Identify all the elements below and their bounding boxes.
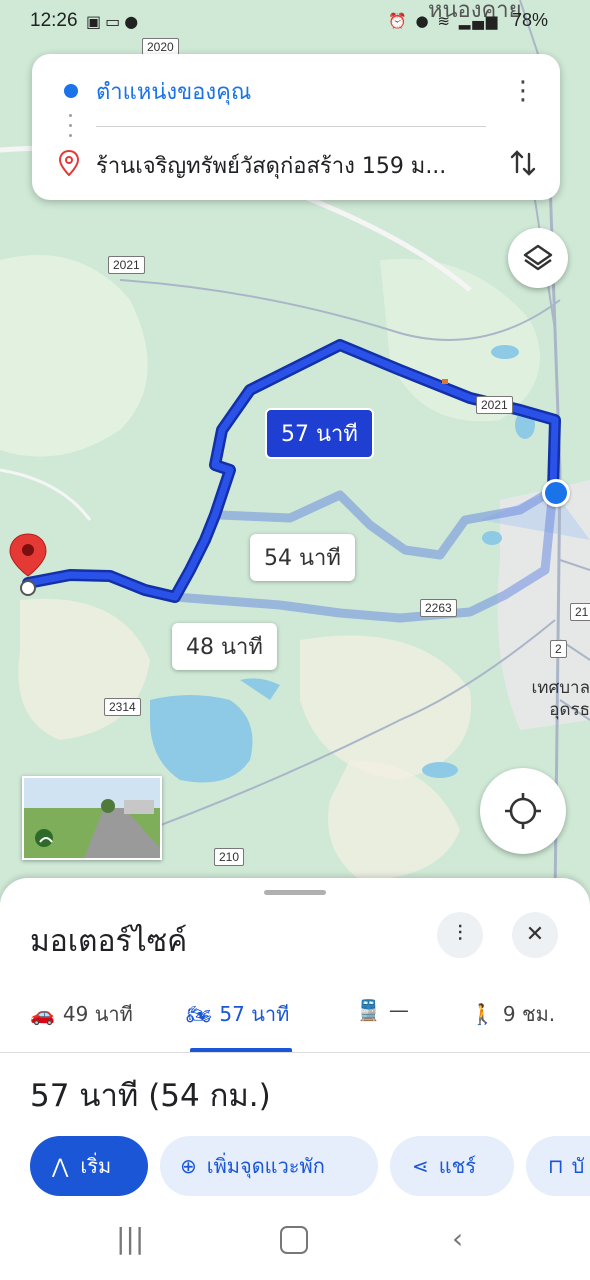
road-badge: 210 [214,848,245,866]
route-label-selected[interactable]: 57 นาที [265,408,374,459]
destination-marker-icon [58,150,80,176]
recent-apps-icon[interactable]: ||| [116,1222,144,1255]
layers-button[interactable] [508,228,568,288]
line-icon: ● [124,12,143,31]
bookmark-icon: ⊓ [548,1154,564,1178]
street-view-image [24,778,160,858]
add-stop-label: เพิ่มจุดแวะพัก [206,1154,325,1178]
walk-icon: 🚶 [470,1002,495,1026]
origin-field[interactable]: ตำแหน่งของคุณ [96,74,251,109]
directions-card: ตำแหน่งของคุณ ร้านเจริญทรัพย์วัสดุก่อสร้… [32,54,560,200]
car-icon: 🚗 [30,1002,55,1026]
tab-car-label: 49 นาที [62,1002,133,1026]
route-label-alt[interactable]: 54 นาที [250,534,355,581]
tab-car[interactable]: 🚗 49 นาที [30,998,133,1030]
crosshair-icon [505,793,541,829]
sliders-icon: ⫶ [457,922,463,947]
more-options-icon[interactable]: ⋮ [510,76,536,106]
swap-icon[interactable] [506,146,540,180]
battery-level: 78% [512,10,549,30]
road-badge: 21 [570,603,590,621]
sheet-drag-handle[interactable] [264,890,326,895]
notification-icons: ▣▭● [86,12,142,31]
save-button[interactable]: ⊓ บั [526,1136,590,1196]
add-location-icon: ⊕ [180,1154,197,1178]
current-location-dot [542,479,570,507]
street-view-thumbnail[interactable] [22,776,162,860]
tab-motorcycle[interactable]: 🏍 57 นาที [186,998,289,1030]
travel-mode-title: มอเตอร์ไซค์ [30,924,188,959]
road-badge: 2021 [476,396,513,414]
road-badge: 2314 [104,698,141,716]
status-bar: 12:26 ▣▭● ⏰ ● ≋ ▂▄▆ 78% [0,0,590,44]
gallery-icon: ▣ [86,12,106,31]
tab-transit[interactable]: 🚆 — [356,998,409,1022]
divider [96,126,486,127]
travel-mode-tabs: 🚗 49 นาที 🏍 57 นาที 🚆 — 🚶 9 ชม. [0,990,590,1053]
share-label: แชร์ [438,1154,476,1178]
home-icon[interactable] [280,1226,308,1254]
add-stop-button[interactable]: ⊕ เพิ่มจุดแวะพัก [160,1136,378,1196]
connector-dots [69,114,73,144]
share-icon: ⋖ [412,1154,429,1178]
wifi-icon: ≋ [437,12,452,30]
destination-pin-icon[interactable] [6,530,52,600]
tab-transit-label: — [388,998,409,1022]
place-label: อุดรธ [549,700,590,720]
transit-icon: 🚆 [356,998,381,1022]
status-time: 12:26 [30,10,78,31]
layers-icon [523,244,553,271]
location-icon: ● [415,12,431,30]
tab-walk[interactable]: 🚶 9 ชม. [470,998,555,1030]
origin-dot-icon [64,84,78,98]
active-tab-indicator [190,1048,292,1052]
back-icon[interactable]: ‹ [452,1222,463,1255]
signal-icon: ▂▄▆ [458,12,500,30]
road-badge: 2021 [108,256,145,274]
road-badge: 2 [550,640,567,658]
tab-motorcycle-label: 57 นาที [219,1002,290,1026]
alarm-icon: ⏰ [388,12,409,30]
share-button[interactable]: ⋖ แชร์ [390,1136,514,1196]
save-label: บั [571,1154,585,1178]
road-badge: 2263 [420,599,457,617]
system-navigation-bar: ||| ‹ [0,1200,590,1280]
my-location-button[interactable] [480,768,566,854]
voicemail-icon: ▭ [105,12,125,31]
destination-field[interactable]: ร้านเจริญทรัพย์วัสดุก่อสร้าง 159 ม... [96,148,496,183]
start-label: เริ่ม [80,1154,112,1178]
start-button[interactable]: ⋀ เริ่ม [30,1136,148,1196]
tab-walk-label: 9 ชม. [502,1002,556,1026]
close-icon: ✕ [525,922,545,947]
route-label-alt[interactable]: 48 นาที [172,623,277,670]
system-icons: ⏰ ● ≋ ▂▄▆ [388,12,499,30]
motorcycle-icon: 🏍 [186,1002,212,1026]
close-button[interactable]: ✕ [512,912,558,958]
navigation-arrow-icon: ⋀ [52,1154,69,1178]
route-summary: 57 นาที (54 กม.) [30,1078,271,1114]
route-options-button[interactable]: ⫶ [437,912,483,958]
